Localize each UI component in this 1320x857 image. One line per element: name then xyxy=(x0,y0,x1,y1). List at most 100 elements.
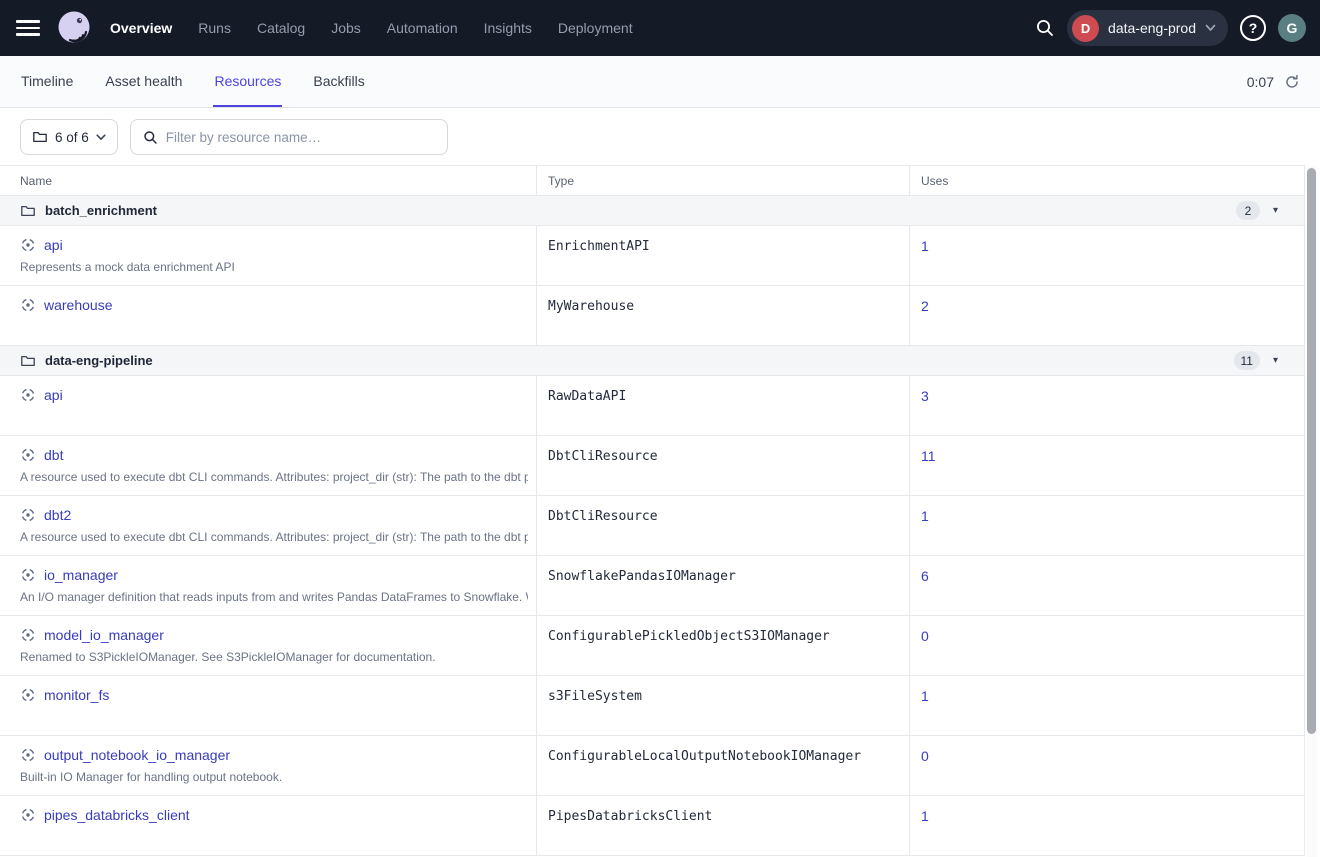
group-name: data-eng-pipeline xyxy=(45,353,153,368)
resource-type: PipesDatabricksClient xyxy=(537,796,910,855)
resource-name-link[interactable]: warehouse xyxy=(44,297,113,313)
resource-icon xyxy=(20,297,36,313)
workspace-avatar: D xyxy=(1072,15,1099,42)
secondary-tab-bar: Timeline Asset health Resources Backfill… xyxy=(0,56,1320,108)
resource-uses-link[interactable]: 0 xyxy=(921,748,929,764)
group-count-dropdown[interactable]: 6 of 6 xyxy=(20,119,118,155)
table-header-row: Name Type Uses xyxy=(0,166,1304,196)
scrollbar-thumb[interactable] xyxy=(1307,168,1316,734)
user-avatar[interactable]: G xyxy=(1278,14,1306,42)
resource-description: Built-in IO Manager for handling output … xyxy=(20,770,528,784)
refresh-icon[interactable] xyxy=(1284,74,1300,90)
resource-name-link[interactable]: io_manager xyxy=(44,567,118,583)
resource-table-body: batch_enrichment 2 ▾ api Represents a mo… xyxy=(0,196,1304,856)
secondary-tabs: Timeline Asset health Resources Backfill… xyxy=(20,56,366,107)
column-header-uses: Uses xyxy=(910,166,1304,195)
resource-type: s3FileSystem xyxy=(537,676,910,735)
nav-item-jobs[interactable]: Jobs xyxy=(331,20,361,36)
resource-name-link[interactable]: dbt2 xyxy=(44,507,71,523)
resource-description: A resource used to execute dbt CLI comma… xyxy=(20,470,528,484)
resource-name-link[interactable]: monitor_fs xyxy=(44,687,109,703)
resource-row: api Represents a mock data enrichment AP… xyxy=(0,226,1304,286)
resource-icon xyxy=(20,687,36,703)
dagster-logo-icon[interactable] xyxy=(56,10,92,46)
tab-resources[interactable]: Resources xyxy=(213,56,282,107)
resource-row: dbt2 A resource used to execute dbt CLI … xyxy=(0,496,1304,556)
resource-row: api RawDataAPI 3 xyxy=(0,376,1304,436)
workspace-switcher[interactable]: D data-eng-prod xyxy=(1067,10,1228,46)
resources-table: Name Type Uses batch_enrichment 2 ▾ api … xyxy=(0,165,1305,856)
resource-uses-link[interactable]: 6 xyxy=(921,568,929,584)
tab-asset-health[interactable]: Asset health xyxy=(104,56,183,107)
collapse-caret-icon[interactable]: ▾ xyxy=(1273,356,1278,366)
resource-row: io_manager An I/O manager definition tha… xyxy=(0,556,1304,616)
column-header-name: Name xyxy=(0,166,537,195)
chevron-down-icon xyxy=(1205,24,1216,32)
filter-bar: 6 of 6 xyxy=(0,108,1320,165)
resource-type: SnowflakePandasIOManager xyxy=(537,556,910,615)
group-count-label: 6 of 6 xyxy=(55,130,89,145)
resource-icon xyxy=(20,387,36,403)
nav-item-runs[interactable]: Runs xyxy=(198,20,231,36)
nav-item-catalog[interactable]: Catalog xyxy=(257,20,305,36)
group-count-badge: 2 xyxy=(1236,201,1260,220)
resource-name-link[interactable]: api xyxy=(44,387,63,403)
search-icon xyxy=(143,130,158,145)
resource-filter-box xyxy=(130,119,448,155)
nav-item-overview[interactable]: Overview xyxy=(110,20,172,36)
resource-uses-link[interactable]: 2 xyxy=(921,298,929,314)
help-icon[interactable]: ? xyxy=(1240,15,1266,41)
resource-name-link[interactable]: pipes_databricks_client xyxy=(44,807,190,823)
resource-type: MyWarehouse xyxy=(537,286,910,345)
resource-group-header[interactable]: data-eng-pipeline 11 ▾ xyxy=(0,346,1304,376)
resource-icon xyxy=(20,807,36,823)
nav-item-deployment[interactable]: Deployment xyxy=(558,20,633,36)
resource-description: Represents a mock data enrichment API xyxy=(20,260,528,274)
refresh-countdown: 0:07 xyxy=(1247,74,1274,90)
resource-uses-link[interactable]: 1 xyxy=(921,238,929,254)
resource-icon xyxy=(20,627,36,643)
resource-row: warehouse MyWarehouse 2 xyxy=(0,286,1304,346)
resource-row: model_io_manager Renamed to S3PickleIOMa… xyxy=(0,616,1304,676)
workspace-name: data-eng-prod xyxy=(1108,20,1196,36)
folder-icon xyxy=(20,203,36,219)
resource-name-link[interactable]: api xyxy=(44,237,63,253)
search-icon[interactable] xyxy=(1035,18,1055,38)
resource-type: EnrichmentAPI xyxy=(537,226,910,285)
resource-uses-link[interactable]: 3 xyxy=(921,388,929,404)
resource-uses-link[interactable]: 1 xyxy=(921,688,929,704)
tab-backfills[interactable]: Backfills xyxy=(312,56,365,107)
resource-icon xyxy=(20,747,36,763)
resource-type: ConfigurableLocalOutputNotebookIOManager xyxy=(537,736,910,795)
resource-uses-link[interactable]: 11 xyxy=(921,448,936,464)
folder-icon xyxy=(32,129,48,145)
group-name: batch_enrichment xyxy=(45,203,157,218)
resource-type: DbtCliResource xyxy=(537,496,910,555)
resource-name-link[interactable]: model_io_manager xyxy=(44,627,164,643)
scrollbar-track xyxy=(1307,166,1317,857)
resource-uses-link[interactable]: 0 xyxy=(921,628,929,644)
group-count-badge: 11 xyxy=(1234,351,1260,370)
resource-name-link[interactable]: dbt xyxy=(44,447,63,463)
resource-row: dbt A resource used to execute dbt CLI c… xyxy=(0,436,1304,496)
resource-row: monitor_fs s3FileSystem 1 xyxy=(0,676,1304,736)
nav-item-insights[interactable]: Insights xyxy=(484,20,532,36)
column-header-type: Type xyxy=(537,166,910,195)
collapse-caret-icon[interactable]: ▾ xyxy=(1273,206,1278,216)
resource-icon xyxy=(20,507,36,523)
folder-icon xyxy=(20,353,36,369)
menu-icon[interactable] xyxy=(16,15,42,41)
chevron-down-icon xyxy=(96,134,106,141)
resource-description: A resource used to execute dbt CLI comma… xyxy=(20,530,528,544)
resource-group-header[interactable]: batch_enrichment 2 ▾ xyxy=(0,196,1304,226)
resource-uses-link[interactable]: 1 xyxy=(921,808,929,824)
nav-item-automation[interactable]: Automation xyxy=(387,20,458,36)
resource-row: output_notebook_io_manager Built-in IO M… xyxy=(0,736,1304,796)
resource-description: An I/O manager definition that reads inp… xyxy=(20,590,528,604)
resource-uses-link[interactable]: 1 xyxy=(921,508,929,524)
resource-name-link[interactable]: output_notebook_io_manager xyxy=(44,747,230,763)
tab-timeline[interactable]: Timeline xyxy=(20,56,74,107)
resource-type: RawDataAPI xyxy=(537,376,910,435)
resource-type: ConfigurablePickledObjectS3IOManager xyxy=(537,616,910,675)
resource-filter-input[interactable] xyxy=(166,130,435,145)
